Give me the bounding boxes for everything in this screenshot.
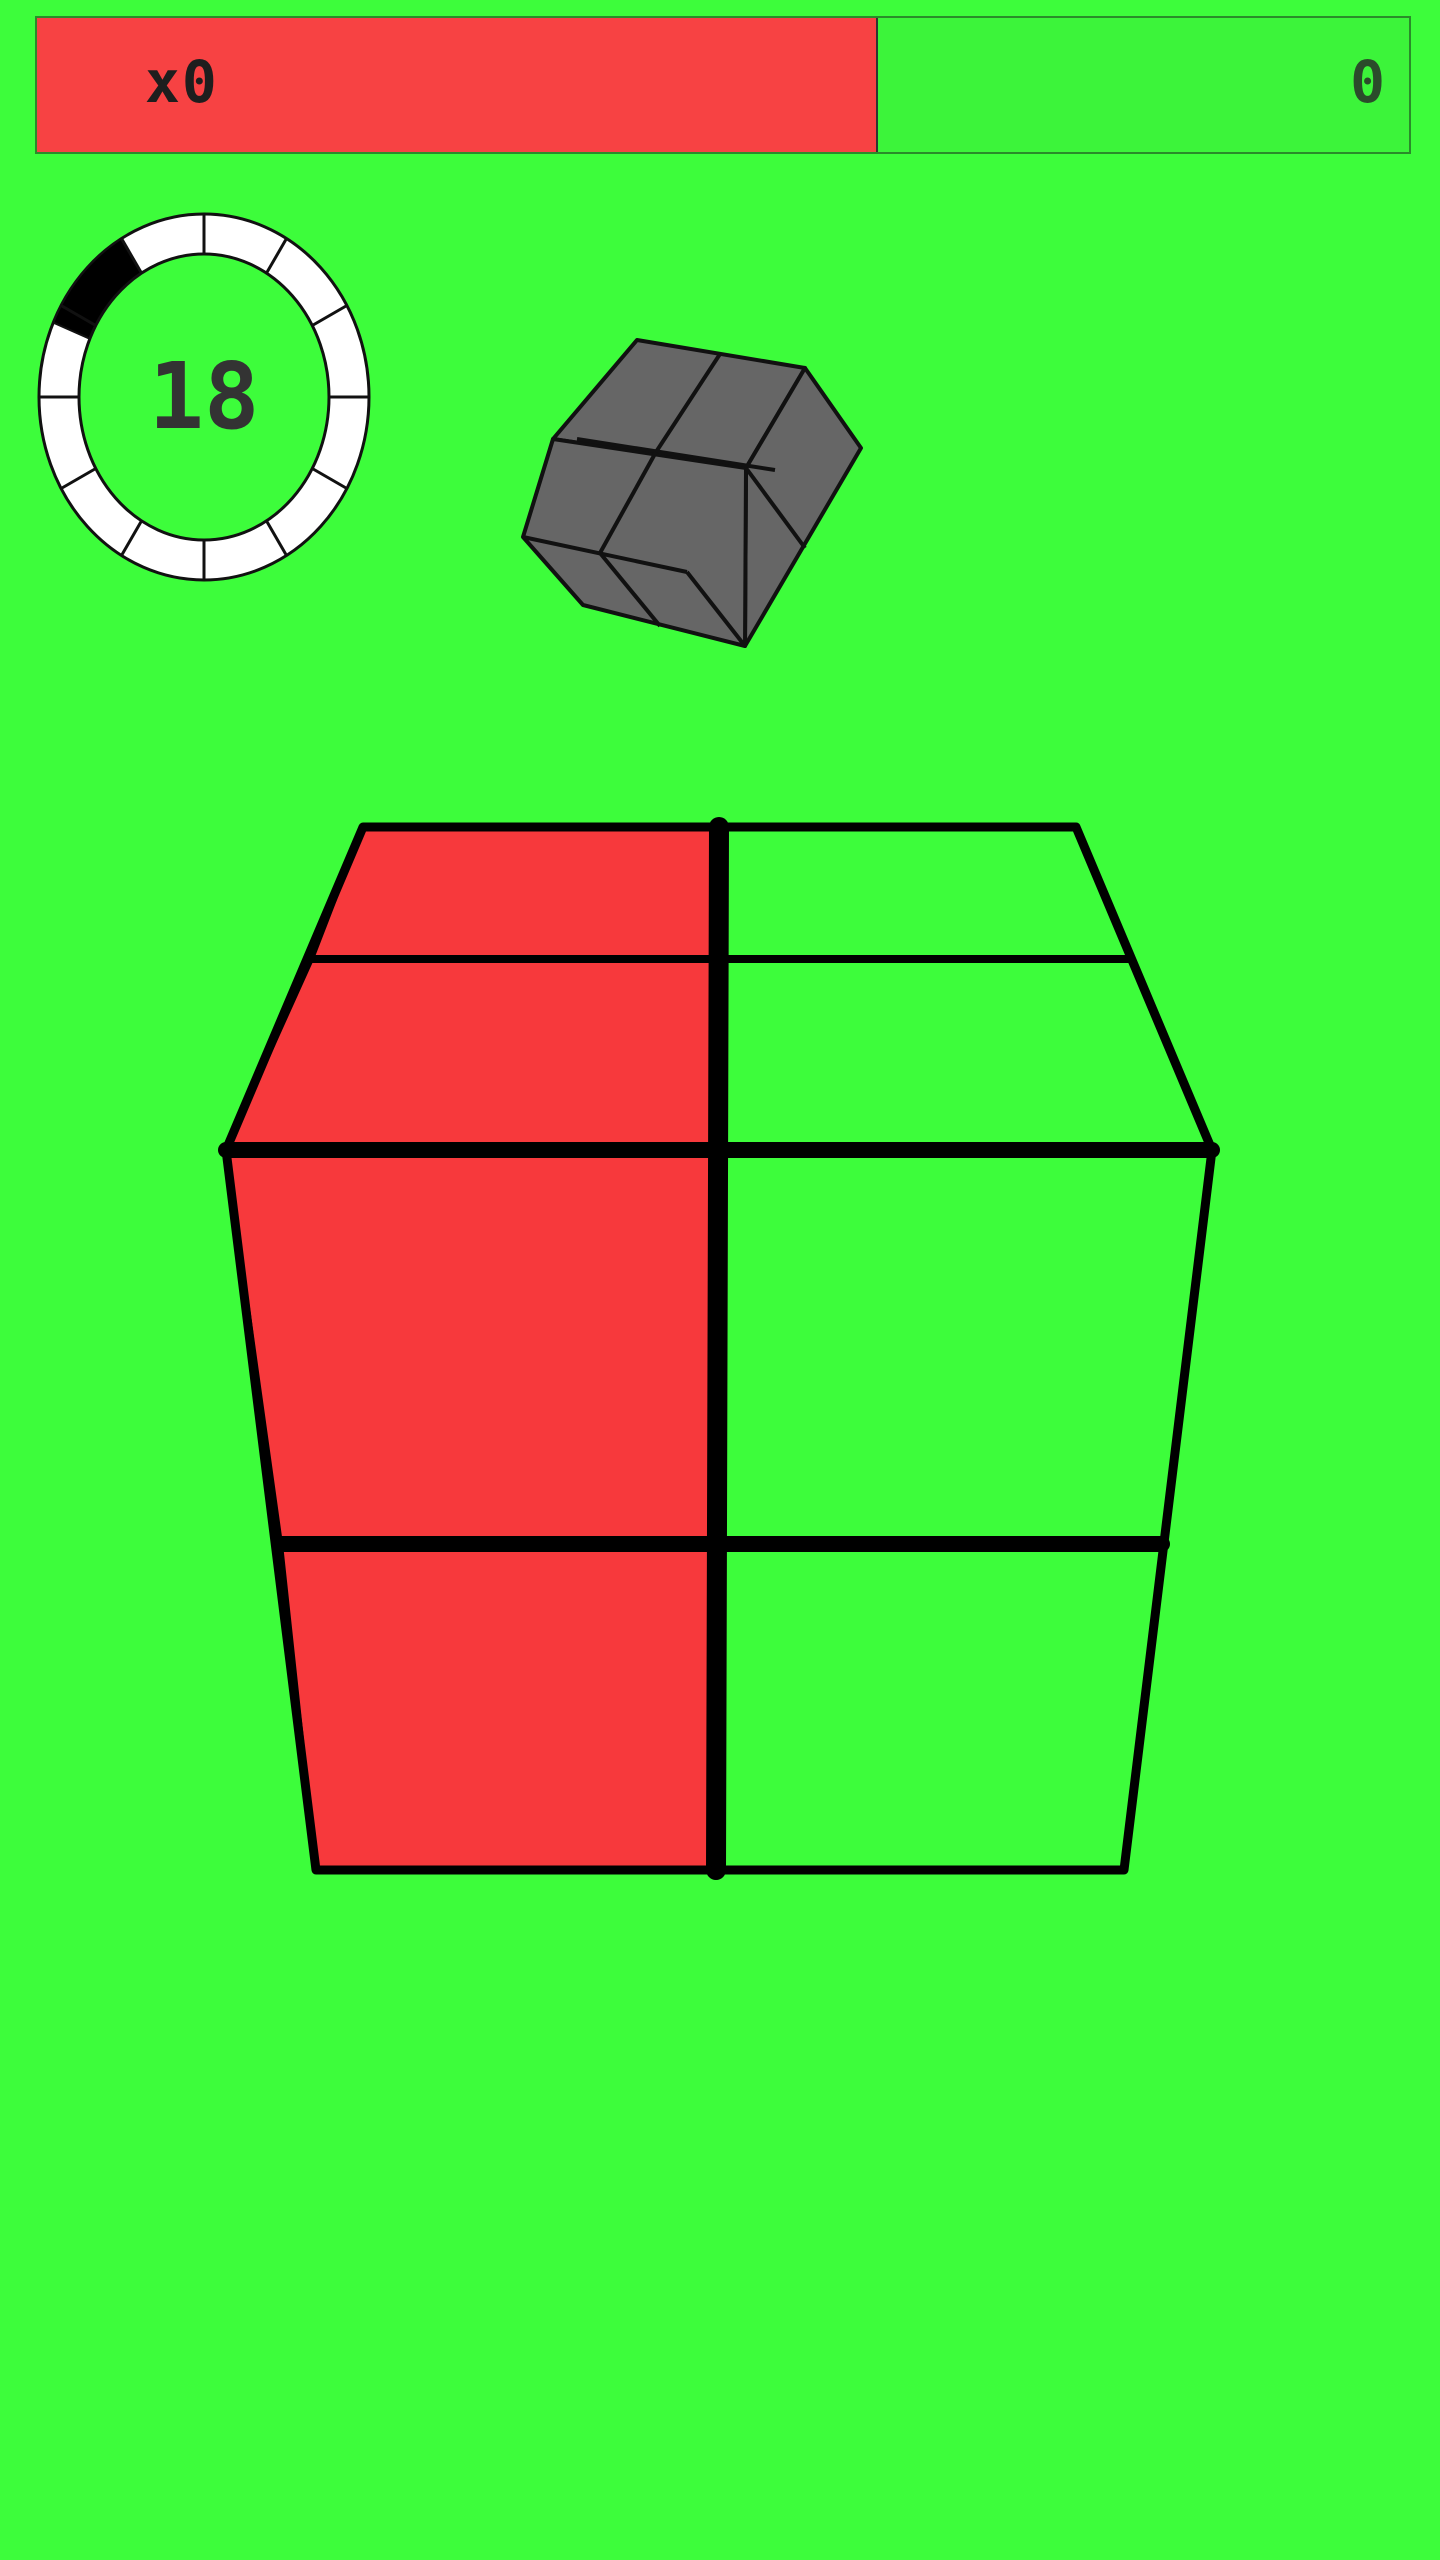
- top-face-tile[interactable]: [224, 957, 724, 1152]
- top-face-tile[interactable]: [716, 825, 1132, 961]
- cube-vertical-seam: [706, 817, 729, 1880]
- front-face-tile[interactable]: [716, 1148, 1214, 1546]
- main-cube[interactable]: [0, 0, 1440, 2560]
- front-face-tile[interactable]: [714, 1542, 1164, 1872]
- top-face-tile[interactable]: [310, 825, 722, 961]
- front-face-tile[interactable]: [224, 1148, 724, 1546]
- top-face-tile[interactable]: [718, 957, 1214, 1152]
- front-face-tile[interactable]: [279, 1542, 720, 1872]
